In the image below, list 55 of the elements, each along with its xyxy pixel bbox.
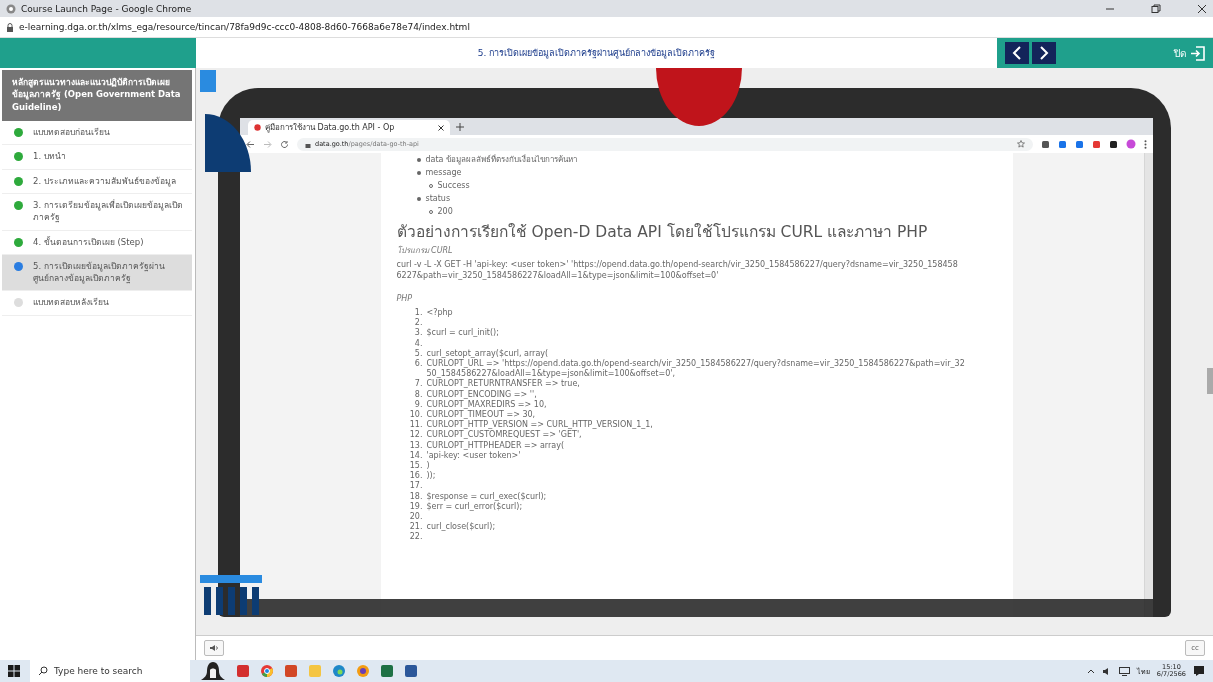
line-number: 12.	[408, 430, 423, 441]
line-number: 13.	[408, 440, 423, 451]
line-number: 15.	[408, 461, 423, 471]
code-line: $err = curl_error($curl);	[426, 501, 523, 513]
line-number: 8.	[413, 389, 423, 400]
line-number: 4.	[413, 338, 423, 349]
code-line: curl_setopt_array($curl, array(	[426, 348, 549, 359]
bullet-item: 200	[437, 206, 453, 218]
line-number: 6.	[413, 359, 423, 370]
code-line: CURLOPT_MAXREDIRS => 10,	[426, 399, 547, 410]
lesson-item[interactable]: 5. การเปิดเผยข้อมูลเปิดภาครัฐผ่านศูนย์กลางข้อมูลเปิดภาครัฐ	[2, 254, 192, 292]
search-field[interactable]: Type here to search	[30, 660, 190, 682]
code-line: 'api-key: <user token>'	[426, 450, 521, 461]
code-line: CURLOPT_RETURNTRANSFER => true,	[426, 379, 580, 390]
line-number: 7.	[413, 379, 423, 390]
line-number: 16.	[408, 471, 423, 481]
line-number: 5.	[413, 348, 423, 359]
line-number: 20.	[408, 512, 423, 522]
line-number: 3.	[413, 328, 423, 339]
curl-command: curl -v -L -X GET -H 'api-key: <user token>' 'https://opend.data.go.th/opend-search/vir_3250_1584586227/query?dsname=vir_3250_1584586227&path=vir_3250_1584586227&loadAll=1&type=json&limit=100&offset=0'	[396, 259, 959, 281]
code-line: )	[426, 461, 430, 471]
code-line: <?php	[426, 308, 453, 319]
line-number: 10.	[408, 410, 423, 420]
code-line: $curl = curl_init();	[426, 328, 499, 339]
lesson-title: 5. การเปิดเผยข้อมูลเปิดภาครัฐผ่านศูนย์กลางข้อมูลเปิดภาครัฐ	[477, 47, 716, 60]
line-number: 14.	[408, 450, 423, 461]
line-number: 19.	[408, 501, 423, 512]
line-number: 18.	[408, 491, 423, 502]
code-line: CURLOPT_TIMEOUT => 30,	[426, 410, 536, 420]
code-line: $response = curl_exec($curl);	[426, 491, 547, 502]
code-line: CURLOPT_HTTPHEADER => array(	[426, 440, 565, 451]
section-heading: ตัวอย่างการเรียกใช้ Open-D Data API โดยใช้โปรแกรม CURL และภาษา PHP	[396, 222, 929, 243]
line-number: 21.	[408, 522, 423, 532]
bullet-item: message	[425, 167, 462, 179]
line-number: 2.	[413, 318, 423, 328]
code-line: CURLOPT_HTTP_VERSION => CURL_HTTP_VERSION_1_1,	[426, 420, 653, 431]
line-number: 11.	[408, 420, 423, 430]
address-text[interactable]: e-learning.dga.or.th/xlms_ega/resource/tincan/78fa9d9c-ccc0-4808-8d60-7668a6e78e74/index.html	[19, 22, 470, 32]
php-label: PHP	[396, 293, 414, 304]
bullet-item: status	[425, 193, 451, 205]
subheading: โปรแกรม CURL	[396, 244, 454, 257]
browser-tab[interactable]: คู่มือการใช้งาน Data.go.th API - Op	[248, 120, 450, 135]
bullet-item: Success	[437, 180, 470, 192]
code-line: ));	[426, 471, 436, 482]
window-title: Course Launch Page - Google Chrome	[21, 3, 192, 14]
bullet-item: data ข้อมูลผลลัพธ์ที่ตรงกับเงื่อนไขการค้นหา	[425, 153, 578, 166]
line-number: 9.	[413, 399, 423, 410]
line-number: 22.	[408, 532, 423, 543]
code-line: CURLOPT_CUSTOMREQUEST => 'GET',	[426, 430, 582, 441]
code-line: CURLOPT_URL => 'https://opend.data.go.th/opend-search/vir_3250_1584586227/query?dsname=vir_3250_1584586227&path=vir_3250_1584586227&loadAll=1&type=json&limit=100&offset=0',	[426, 359, 966, 380]
line-number: 17.	[408, 481, 423, 492]
course-title: หลักสูตรแนวทางและแนวปฏิบัติการเปิดเผยข้อมูลภาครัฐ (Open Government Data Guideline)	[2, 70, 192, 121]
code-line: curl_close($curl);	[426, 522, 496, 533]
line-number: 1.	[413, 308, 423, 318]
code-line: CURLOPT_ENCODING => '',	[426, 389, 537, 400]
